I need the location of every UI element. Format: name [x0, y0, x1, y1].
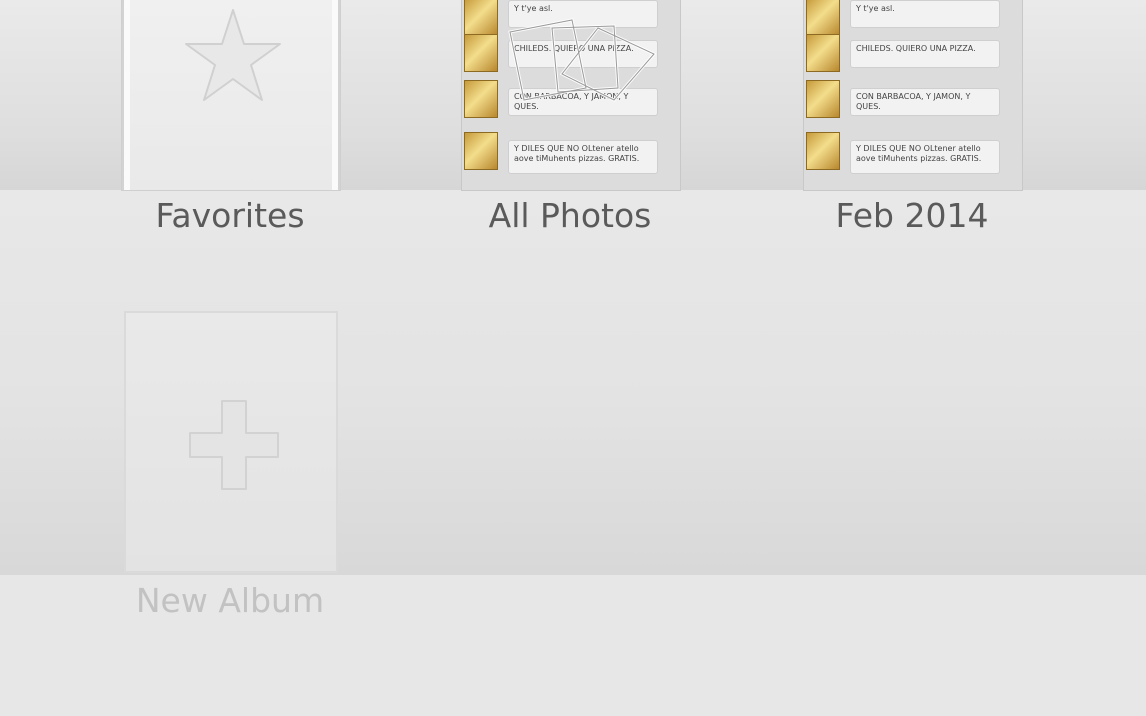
feb-2014-thumbnail[interactable]: Y t'ye asl. CHILEDS. QUIERO UNA PIZZA. C… [804, 0, 1022, 190]
new-album-thumbnail[interactable] [124, 311, 338, 573]
chat-bubble: CON BARBACOA, Y JAMON, Y QUES. [850, 88, 1000, 116]
avatar [806, 80, 840, 118]
avatar [806, 34, 840, 72]
chat-bubble: Y t'ye asl. [850, 0, 1000, 28]
album-label-feb-2014: Feb 2014 [835, 196, 989, 235]
album-label-new-album: New Album [135, 581, 325, 620]
favorites-thumbnail[interactable] [122, 0, 340, 190]
album-label-all-photos: All Photos [488, 196, 652, 235]
album-all-photos[interactable]: Y t'ye asl. CHILEDS. QUIERO UNA PIZZA. C… [400, 0, 740, 250]
chat-row: CON BARBACOA, Y JAMON, Y QUES. [804, 78, 1022, 124]
chat-row: Y DILES QUE NO OLtener atello aove tiMuh… [462, 130, 680, 176]
all-photos-thumbnail[interactable]: Y t'ye asl. CHILEDS. QUIERO UNA PIZZA. C… [462, 0, 680, 190]
plus-icon [189, 400, 279, 490]
chat-row: CHILEDS. QUIERO UNA PIZZA. [804, 32, 1022, 78]
avatar [806, 0, 840, 36]
chat-bubble: Y DILES QUE NO OLtener atello aove tiMuh… [508, 140, 658, 174]
album-label-favorites: Favorites [155, 196, 305, 235]
star-icon [185, 9, 281, 101]
chat-row: Y DILES QUE NO OLtener atello aove tiMuh… [804, 130, 1022, 176]
stacked-photos-icon [508, 18, 657, 102]
avatar [464, 80, 498, 118]
album-feb-2014[interactable]: Y t'ye asl. CHILEDS. QUIERO UNA PIZZA. C… [742, 0, 1082, 250]
avatar [464, 0, 498, 36]
avatar [806, 132, 840, 170]
avatar [464, 132, 498, 170]
new-album-button[interactable]: New Album [0, 311, 400, 631]
avatar [464, 34, 498, 72]
album-favorites[interactable]: Favorites [60, 0, 400, 250]
chat-bubble: CHILEDS. QUIERO UNA PIZZA. [850, 40, 1000, 68]
chat-bubble: Y DILES QUE NO OLtener atello aove tiMuh… [850, 140, 1000, 174]
